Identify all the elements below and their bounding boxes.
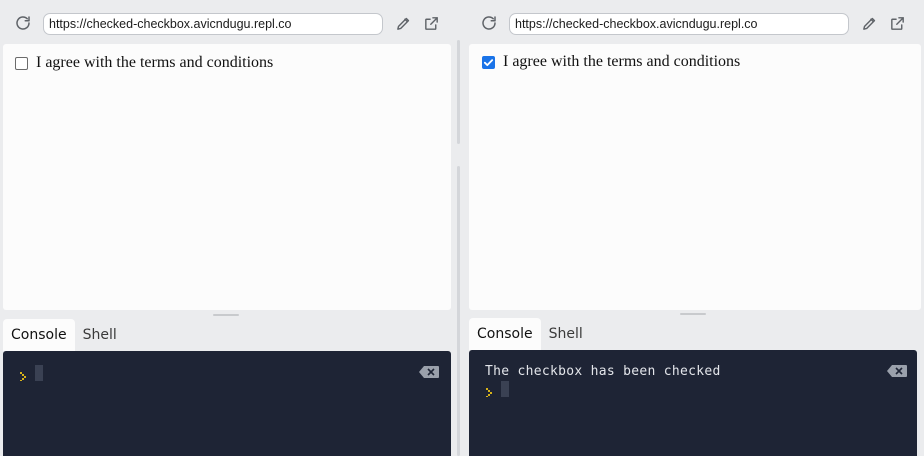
console-prompt[interactable] — [20, 365, 43, 381]
prompt-caret-icon — [20, 368, 28, 381]
terms-checkbox[interactable] — [482, 55, 495, 69]
clear-console-icon[interactable] — [419, 365, 439, 378]
browser-toolbar: https://checked-checkbox.avicndugu.repl.… — [0, 0, 454, 44]
panel-resize-grip[interactable] — [213, 314, 239, 316]
console-cursor — [501, 381, 509, 397]
terms-checkbox-label: I agree with the terms and conditions — [503, 53, 741, 70]
pane-resize-handle-top[interactable] — [457, 40, 460, 144]
terms-checkbox-row[interactable]: I agree with the terms and conditions — [482, 53, 740, 71]
pencil-icon[interactable] — [392, 12, 414, 34]
console-cursor — [35, 365, 43, 381]
pane-resize-handle-bottom[interactable] — [457, 166, 460, 456]
prompt-caret-icon — [486, 384, 494, 397]
terms-checkbox-label: I agree with the terms and conditions — [36, 54, 274, 71]
browser-toolbar: https://checked-checkbox.avicndugu.repl.… — [466, 0, 924, 44]
clear-console-icon[interactable] — [887, 364, 907, 377]
open-external-icon[interactable] — [886, 12, 908, 34]
left-preview-pane: https://checked-checkbox.avicndugu.repl.… — [0, 0, 454, 456]
terms-checkbox-row[interactable]: I agree with the terms and conditions — [15, 54, 273, 72]
console-output: The checkbox has been checked — [485, 364, 721, 379]
reload-icon[interactable] — [12, 12, 34, 34]
webview: I agree with the terms and conditions — [3, 44, 451, 310]
tab-shell[interactable]: Shell — [541, 318, 591, 350]
panel-resize-grip[interactable] — [680, 313, 706, 315]
console-panel: The checkbox has been checked — [469, 350, 917, 456]
webview: I agree with the terms and conditions — [469, 44, 921, 310]
url-bar[interactable]: https://checked-checkbox.avicndugu.repl.… — [43, 13, 383, 35]
tab-console[interactable]: Console — [469, 318, 541, 350]
right-preview-pane: https://checked-checkbox.avicndugu.repl.… — [466, 0, 924, 456]
console-prompt[interactable] — [486, 381, 509, 397]
reload-icon[interactable] — [478, 12, 500, 34]
terms-checkbox[interactable] — [15, 56, 28, 70]
console-tabs: Console Shell — [3, 319, 125, 351]
console-tabs: Console Shell — [469, 318, 591, 350]
checkmark-icon — [483, 58, 494, 66]
open-external-icon[interactable] — [420, 12, 442, 34]
console-panel — [3, 351, 451, 456]
tab-shell[interactable]: Shell — [75, 319, 125, 351]
url-bar[interactable]: https://checked-checkbox.avicndugu.repl.… — [509, 13, 849, 35]
tab-console[interactable]: Console — [3, 319, 75, 351]
pencil-icon[interactable] — [858, 12, 880, 34]
